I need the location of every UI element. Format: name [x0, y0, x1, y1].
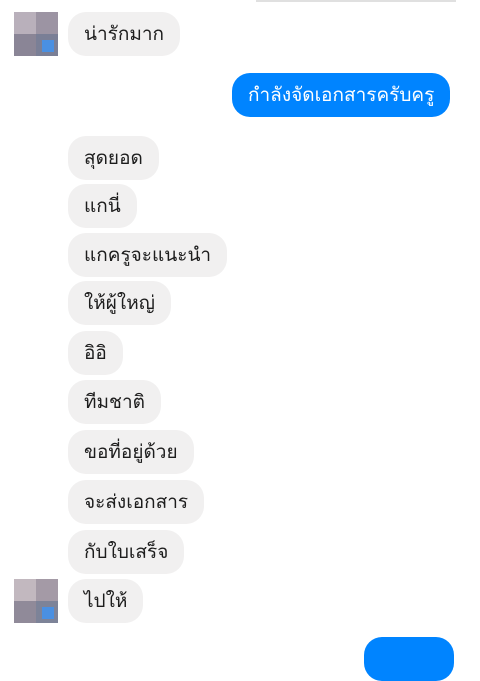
previous-message-edge — [256, 0, 456, 2]
message-text: ให้ผู้ใหญ่ — [84, 292, 155, 314]
message-text: น่ารักมาก — [84, 23, 165, 45]
message-bubble-incoming[interactable]: ทีมชาติ — [68, 380, 161, 424]
message-text: จะส่งเอกสาร — [84, 491, 189, 513]
message-text: ทีมชาติ — [84, 391, 145, 413]
message-bubble-incoming[interactable]: น่ารักมาก — [68, 12, 181, 56]
message-bubble-incoming[interactable]: สุดยอด — [68, 136, 159, 180]
message-text: กำลังจัดเอกสารครับครู — [248, 84, 435, 106]
message-text: กับใบเสร็จ — [84, 541, 169, 563]
message-bubble-incoming[interactable]: ไปให้ — [68, 579, 144, 623]
message-bubble-incoming[interactable]: จะส่งเอกสาร — [68, 480, 205, 524]
message-bubble-outgoing-partial[interactable] — [364, 637, 454, 681]
message-text: ขอที่อยู่ด้วย — [84, 441, 178, 463]
message-text: ไปให้ — [84, 590, 128, 612]
message-text: อิอิ — [84, 342, 107, 364]
message-text: แกนี่ — [84, 195, 121, 217]
message-bubble-incoming[interactable]: แกครูจะแนะนำ — [68, 233, 228, 277]
contact-avatar[interactable] — [14, 12, 58, 56]
contact-avatar[interactable] — [14, 579, 58, 623]
message-text: สุดยอด — [84, 147, 143, 169]
message-bubble-outgoing[interactable]: กำลังจัดเอกสารครับครู — [232, 73, 451, 117]
message-bubble-incoming[interactable]: อิอิ — [68, 331, 123, 375]
message-bubble-incoming[interactable]: ขอที่อยู่ด้วย — [68, 430, 194, 474]
message-text: แกครูจะแนะนำ — [84, 244, 212, 266]
message-bubble-incoming[interactable]: ให้ผู้ใหญ่ — [68, 281, 171, 325]
message-bubble-incoming[interactable]: กับใบเสร็จ — [68, 530, 185, 574]
message-bubble-incoming[interactable]: แกนี่ — [68, 184, 137, 228]
